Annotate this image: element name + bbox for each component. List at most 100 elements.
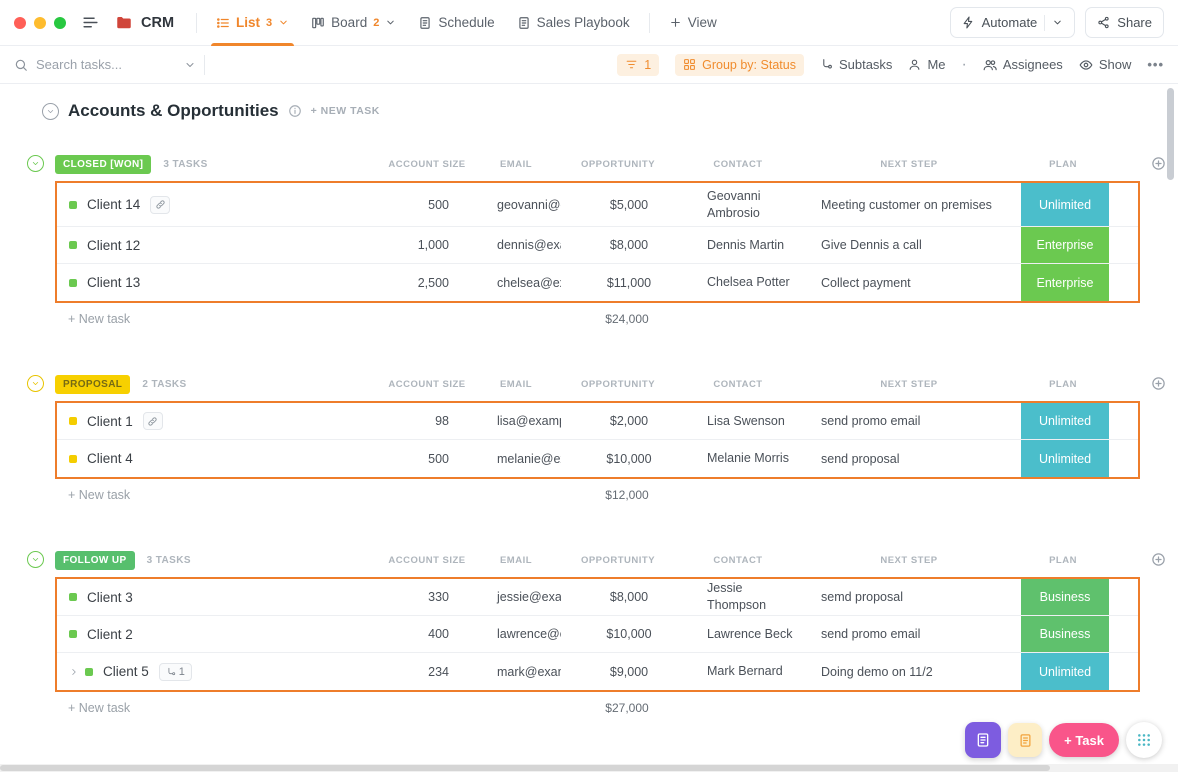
add-task-button[interactable]: + Task <box>1049 723 1119 757</box>
opportunity-cell[interactable]: $5,000 <box>561 198 679 212</box>
status-dot[interactable] <box>85 667 93 676</box>
add-column-icon[interactable] <box>1151 552 1166 567</box>
status-dot[interactable] <box>69 417 77 425</box>
account-size-cell[interactable]: 400 <box>383 627 475 641</box>
task-row[interactable]: Client 2 400 lawrence@e $10,000 Lawrence… <box>57 616 1138 653</box>
email-cell[interactable]: geovanni@e <box>475 198 561 212</box>
status-dot[interactable] <box>69 200 77 209</box>
status-badge[interactable]: CLOSED [WON] <box>55 154 152 174</box>
column-header-contact[interactable]: CONTACT <box>677 555 799 566</box>
plan-badge[interactable]: Unlimited <box>1021 403 1109 439</box>
status-badge[interactable]: FOLLOW UP <box>55 550 135 570</box>
status-dot[interactable] <box>69 241 77 249</box>
column-header-opportunity[interactable]: OPPORTUNITY <box>559 159 677 170</box>
info-icon[interactable] <box>288 104 302 118</box>
task-row[interactable]: Client 4 500 melanie@ex $10,000 Melanie … <box>57 440 1138 477</box>
notepad-button[interactable] <box>1008 723 1043 757</box>
tab-schedule[interactable]: Schedule <box>407 0 505 46</box>
column-header-email[interactable]: EMAIL <box>473 555 559 566</box>
collapse-group-icon[interactable] <box>27 551 44 568</box>
subtask-count-badge[interactable]: 1 <box>158 662 192 681</box>
account-size-cell[interactable]: 1,000 <box>383 238 475 252</box>
contact-cell[interactable]: Mark Bernard <box>679 663 801 680</box>
next-step-cell[interactable]: semd proposal <box>801 590 1021 604</box>
contact-cell[interactable]: Lawrence Beck <box>679 626 801 643</box>
next-step-cell[interactable]: Give Dennis a call <box>801 238 1021 252</box>
contact-cell[interactable]: Chelsea Potter <box>679 274 801 291</box>
opportunity-cell[interactable]: $8,000 <box>561 238 679 252</box>
app-launcher-button[interactable] <box>1126 722 1162 758</box>
account-size-cell[interactable]: 98 <box>383 414 475 428</box>
search-input[interactable] <box>36 57 176 72</box>
minimize-window-button[interactable] <box>34 16 46 29</box>
zoom-window-button[interactable] <box>54 16 66 29</box>
expand-subtasks-icon[interactable] <box>69 667 79 677</box>
task-name[interactable]: Client 2 <box>87 627 133 642</box>
task-row[interactable]: Client 1 98 lisa@exampl $2,000 Lisa Swen… <box>57 403 1138 440</box>
opportunity-cell[interactable]: $10,000 <box>561 452 679 466</box>
contact-cell[interactable]: Dennis Martin <box>679 237 801 254</box>
column-header-contact[interactable]: CONTACT <box>677 159 799 170</box>
plan-badge[interactable]: Business <box>1021 616 1109 652</box>
new-task-row-button[interactable]: + New task <box>55 701 381 715</box>
add-column-icon[interactable] <box>1151 376 1166 391</box>
sidebar-menu-icon[interactable] <box>82 14 99 31</box>
tab-board[interactable]: Board 2 <box>300 0 407 46</box>
contact-cell[interactable]: Jessie Thompson <box>679 580 801 614</box>
link-icon[interactable] <box>150 195 171 214</box>
vertical-scrollbar-thumb[interactable] <box>1167 88 1174 180</box>
column-header-next-step[interactable]: NEXT STEP <box>799 159 1019 170</box>
tab-sales-playbook[interactable]: Sales Playbook <box>506 0 641 46</box>
plan-badge[interactable]: Enterprise <box>1021 227 1109 263</box>
column-header-next-step[interactable]: NEXT STEP <box>799 555 1019 566</box>
task-row[interactable]: Client 3 330 jessie@exam $8,000 Jessie T… <box>57 579 1138 616</box>
column-header-opportunity[interactable]: OPPORTUNITY <box>559 555 677 566</box>
collapse-group-icon[interactable] <box>27 155 44 172</box>
opportunity-cell[interactable]: $9,000 <box>561 665 679 679</box>
plan-badge[interactable]: Enterprise <box>1021 264 1109 301</box>
opportunity-cell[interactable]: $8,000 <box>561 590 679 604</box>
email-cell[interactable]: mark@exam <box>475 665 561 679</box>
status-badge[interactable]: PROPOSAL <box>55 374 131 394</box>
column-header-account-size[interactable]: ACCOUNT SIZE <box>381 555 473 566</box>
account-size-cell[interactable]: 2,500 <box>383 276 475 290</box>
email-cell[interactable]: lisa@exampl <box>475 414 561 428</box>
me-filter-button[interactable]: Me <box>908 57 946 72</box>
plan-badge[interactable]: Unlimited <box>1021 440 1109 477</box>
next-step-cell[interactable]: Doing demo on 11/2 <box>801 665 1021 679</box>
column-header-contact[interactable]: CONTACT <box>677 379 799 390</box>
opportunity-cell[interactable]: $10,000 <box>561 627 679 641</box>
task-name[interactable]: Client 12 <box>87 238 140 253</box>
account-size-cell[interactable]: 234 <box>383 665 475 679</box>
opportunity-cell[interactable]: $11,000 <box>561 276 679 290</box>
plan-badge[interactable]: Business <box>1021 579 1109 615</box>
column-header-account-size[interactable]: ACCOUNT SIZE <box>381 159 473 170</box>
task-name[interactable]: Client 5 <box>103 664 149 679</box>
email-cell[interactable]: lawrence@e <box>475 627 561 641</box>
search-box[interactable] <box>14 57 196 72</box>
new-task-top-button[interactable]: + NEW TASK <box>311 105 380 117</box>
account-size-cell[interactable]: 330 <box>383 590 475 604</box>
task-row[interactable]: Client 12 1,000 dennis@exa $8,000 Dennis… <box>57 227 1138 264</box>
add-column-icon[interactable] <box>1151 156 1166 171</box>
automate-button[interactable]: Automate <box>949 7 1076 38</box>
column-header-plan[interactable]: PLAN <box>1019 379 1107 390</box>
group-by-button[interactable]: Group by: Status <box>675 53 804 76</box>
email-cell[interactable]: dennis@exa <box>475 238 561 252</box>
docs-button[interactable] <box>965 722 1002 758</box>
column-header-email[interactable]: EMAIL <box>473 379 559 390</box>
next-step-cell[interactable]: send promo email <box>801 414 1021 428</box>
new-task-row-button[interactable]: + New task <box>55 488 381 502</box>
email-cell[interactable]: melanie@ex <box>475 452 561 466</box>
column-header-opportunity[interactable]: OPPORTUNITY <box>559 379 677 390</box>
task-name[interactable]: Client 4 <box>87 451 133 466</box>
next-step-cell[interactable]: Collect payment <box>801 276 1021 290</box>
task-name[interactable]: Client 1 <box>87 414 133 429</box>
task-row[interactable]: Client 13 2,500 chelsea@exa $11,000 Chel… <box>57 264 1138 301</box>
status-dot[interactable] <box>69 630 77 638</box>
account-size-cell[interactable]: 500 <box>383 198 475 212</box>
next-step-cell[interactable]: Meeting customer on premises <box>801 198 1021 212</box>
status-dot[interactable] <box>69 278 77 287</box>
column-header-plan[interactable]: PLAN <box>1019 555 1107 566</box>
account-size-cell[interactable]: 500 <box>383 452 475 466</box>
